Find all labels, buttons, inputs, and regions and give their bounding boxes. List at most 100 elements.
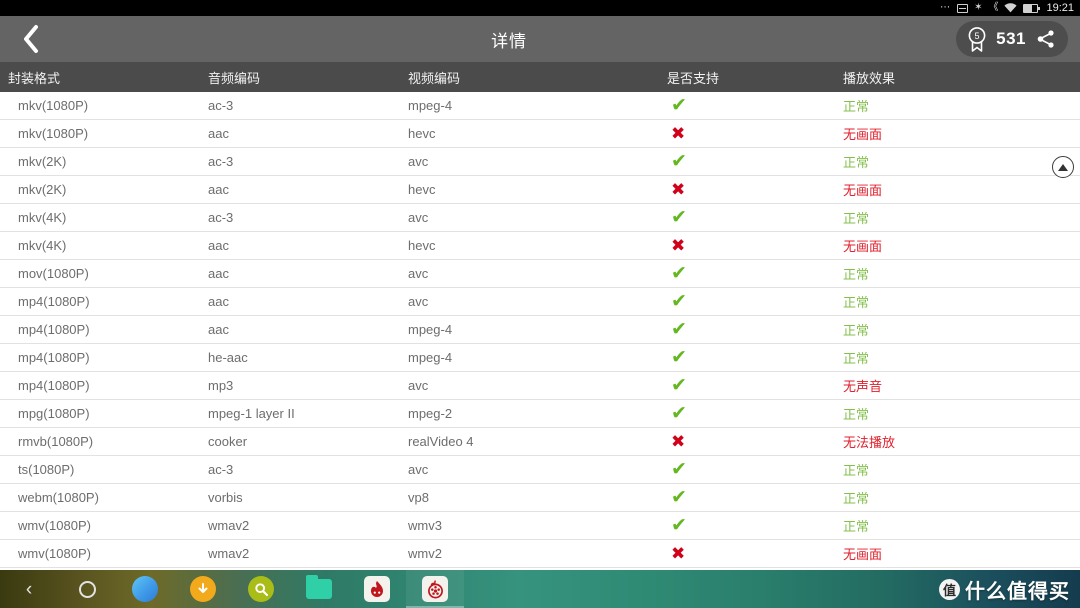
nav-home[interactable] <box>58 570 116 608</box>
check-icon: ✔ <box>671 516 687 535</box>
cross-icon: ✖ <box>671 545 686 562</box>
table-row[interactable]: mkv(2K) aac hevc ✖ 无画面 <box>0 176 1080 204</box>
app-video-player[interactable] <box>406 570 464 608</box>
table-row[interactable]: mkv(1080P) aac hevc ✖ 无画面 <box>0 120 1080 148</box>
cell-format: mp4(1080P) <box>18 294 90 309</box>
cell-video-codec: avc <box>408 210 429 225</box>
cell-audio-codec: wmav2 <box>208 546 250 561</box>
check-icon: ✔ <box>671 320 687 339</box>
cell-effect: 正常 <box>843 463 870 478</box>
column-header-audio: 音频编码 <box>208 70 261 86</box>
check-icon: ✔ <box>671 96 687 115</box>
cell-format: ts(1080P) <box>18 462 75 477</box>
cell-supported: ✖ <box>633 237 843 254</box>
back-button[interactable] <box>0 16 62 62</box>
cell-supported: ✔ <box>633 376 843 395</box>
column-header-video: 视频编码 <box>408 70 461 86</box>
cell-supported: ✔ <box>633 96 843 115</box>
scroll-to-top-button[interactable] <box>1052 156 1074 178</box>
cell-effect: 正常 <box>843 323 870 338</box>
column-header-format: 封装格式 <box>8 70 61 86</box>
cell-format: mkv(1080P) <box>18 98 89 113</box>
table-row[interactable]: mkv(1080P) ac-3 mpeg-4 ✔ 正常 <box>0 92 1080 120</box>
table-header-row: 封装格式 音频编码 视频编码 是否支持 播放效果 <box>0 62 1080 92</box>
cell-video-codec: mpeg-4 <box>408 322 453 337</box>
wifi-icon <box>1004 1 1018 15</box>
cell-video-codec: avc <box>408 266 429 281</box>
cell-effect: 正常 <box>843 351 870 366</box>
cell-video-codec: wmv3 <box>408 518 442 533</box>
cell-supported: ✔ <box>633 404 843 423</box>
cell-video-codec: mpeg-4 <box>408 350 453 365</box>
cell-effect: 正常 <box>843 491 870 506</box>
cell-video-codec: avc <box>408 154 429 169</box>
cell-supported: ✖ <box>633 545 843 562</box>
nav-back[interactable]: ‹ <box>0 570 58 608</box>
watermark: 值 什么值得买 <box>939 575 1070 604</box>
cell-format: wmv(1080P) <box>18 518 91 533</box>
app-search[interactable] <box>232 570 290 608</box>
cell-supported: ✔ <box>633 488 843 507</box>
cell-supported: ✔ <box>633 460 843 479</box>
table-row[interactable]: wmv(1080P) wmav2 wmv2 ✖ 无画面 <box>0 540 1080 568</box>
cell-effect: 正常 <box>843 407 870 422</box>
table-row[interactable]: mkv(4K) aac hevc ✖ 无画面 <box>0 232 1080 260</box>
cell-video-codec: realVideo 4 <box>408 434 474 449</box>
watermark-text: 什么值得买 <box>965 581 1070 603</box>
download-icon <box>190 576 216 602</box>
table-body: mkv(1080P) ac-3 mpeg-4 ✔ 正常 mkv(1080P) aac hevc… <box>0 92 1080 568</box>
table-row[interactable]: mov(1080P) aac avc ✔ 正常 <box>0 260 1080 288</box>
search-icon <box>248 576 274 602</box>
table-row[interactable]: mp4(1080P) aac mpeg-4 ✔ 正常 <box>0 316 1080 344</box>
table-row[interactable]: mp4(1080P) aac avc ✔ 正常 <box>0 288 1080 316</box>
cell-format: mp4(1080P) <box>18 350 90 365</box>
app-downloads[interactable] <box>174 570 232 608</box>
table-row[interactable]: webm(1080P) vorbis vp8 ✔ 正常 <box>0 484 1080 512</box>
column-header-effect: 播放效果 <box>843 70 896 86</box>
cell-format: webm(1080P) <box>18 490 99 505</box>
app-flame[interactable] <box>348 570 406 608</box>
table-row[interactable]: mkv(4K) ac-3 avc ✔ 正常 <box>0 204 1080 232</box>
table-row[interactable]: ts(1080P) ac-3 avc ✔ 正常 <box>0 456 1080 484</box>
up-triangle-icon <box>1058 163 1068 171</box>
cell-video-codec: hevc <box>408 182 436 197</box>
cell-format: rmvb(1080P) <box>18 434 94 449</box>
table-row[interactable]: mpg(1080P) mpeg-1 layer II mpeg-2 ✔ 正常 <box>0 400 1080 428</box>
app-browser[interactable] <box>116 570 174 608</box>
cell-audio-codec: ac-3 <box>208 462 234 477</box>
check-icon: ✔ <box>671 488 687 507</box>
check-icon: ✔ <box>671 208 687 227</box>
table-row[interactable]: mkv(2K) ac-3 avc ✔ 正常 <box>0 148 1080 176</box>
table-row[interactable]: mp4(1080P) mp3 avc ✔ 无声音 <box>0 372 1080 400</box>
share-button[interactable] <box>1034 29 1056 49</box>
medal-badge-icon: 5 <box>966 26 988 52</box>
table-row[interactable]: mp4(1080P) he-aac mpeg-4 ✔ 正常 <box>0 344 1080 372</box>
vibrate-icon: 《 <box>988 2 999 13</box>
system-taskbar: ‹ <box>0 570 1080 608</box>
cell-audio-codec: aac <box>208 322 229 337</box>
table-row[interactable]: wmv(1080P) wmav2 wmv3 ✔ 正常 <box>0 512 1080 540</box>
cell-format: mkv(4K) <box>18 238 67 253</box>
cell-audio-codec: aac <box>208 238 229 253</box>
cross-icon: ✖ <box>671 181 686 198</box>
cell-video-codec: mpeg-4 <box>408 98 453 113</box>
app-files[interactable] <box>290 570 348 608</box>
cell-effect: 正常 <box>843 267 870 282</box>
check-icon: ✔ <box>671 152 687 171</box>
home-circle-icon <box>78 580 96 598</box>
cell-supported: ✖ <box>633 125 843 142</box>
cell-audio-codec: aac <box>208 126 229 141</box>
cell-effect: 无声音 <box>843 379 883 394</box>
back-chevron-icon <box>24 25 38 53</box>
bluetooth-icon: ✶ <box>974 2 983 13</box>
table-row[interactable]: rmvb(1080P) cooker realVideo 4 ✖ 无法播放 <box>0 428 1080 456</box>
cell-format: mkv(2K) <box>18 182 67 197</box>
cell-video-codec: vp8 <box>408 490 429 505</box>
cell-audio-codec: ac-3 <box>208 154 234 169</box>
cell-video-codec: mpeg-2 <box>408 406 453 421</box>
check-icon: ✔ <box>671 348 687 367</box>
folder-icon <box>306 575 332 599</box>
browser-icon <box>132 576 158 602</box>
cross-icon: ✖ <box>671 433 686 450</box>
cell-effect: 正常 <box>843 211 870 226</box>
